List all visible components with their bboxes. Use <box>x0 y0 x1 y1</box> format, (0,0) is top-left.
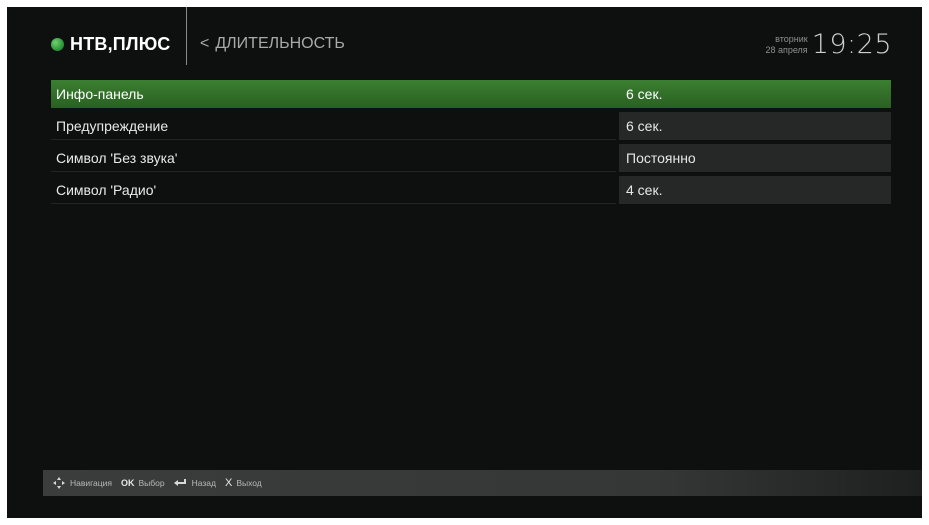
setting-value[interactable]: 6 сек. <box>616 80 891 108</box>
setting-label: Предупреждение <box>51 112 616 140</box>
hint-exit: X Выход <box>225 477 262 489</box>
setting-value[interactable]: 6 сек. <box>619 112 891 140</box>
hint-back-label: Назад <box>191 478 216 488</box>
page-title: ДЛИТЕЛЬНОСТЬ <box>215 35 345 52</box>
tv-screen: НТВ,ПЛЮС < ДЛИТЕЛЬНОСТЬ вторник 28 апрел… <box>7 7 922 518</box>
provider-logo: НТВ,ПЛЮС <box>51 34 171 55</box>
settings-list: Инфо-панель 6 сек. Предупреждение 6 сек.… <box>51 80 891 208</box>
breadcrumb[interactable]: < ДЛИТЕЛЬНОСТЬ <box>200 35 345 53</box>
logo-dot-icon <box>51 38 64 51</box>
hint-select-label: Выбор <box>138 478 165 488</box>
hint-exit-label: Выход <box>236 478 262 488</box>
hint-bar: Навигация OK Выбор Назад X Выход <box>43 470 922 496</box>
dpad-arrows-icon <box>53 477 65 489</box>
settings-row-radio-symbol[interactable]: Символ 'Радио' 4 сек. <box>51 176 891 204</box>
time: 19:25 <box>811 29 892 60</box>
setting-label: Инфо-панель <box>51 80 616 108</box>
hint-navigation-label: Навигация <box>70 478 112 488</box>
return-arrow-icon <box>173 479 187 487</box>
breadcrumb-back-icon[interactable]: < <box>200 35 209 53</box>
date-block: вторник 28 апреля <box>765 34 807 56</box>
header: НТВ,ПЛЮС < ДЛИТЕЛЬНОСТЬ вторник 28 апрел… <box>7 7 922 77</box>
setting-label: Символ 'Радио' <box>51 176 616 204</box>
settings-row-warning[interactable]: Предупреждение 6 сек. <box>51 112 891 140</box>
setting-label: Символ 'Без звука' <box>51 144 616 172</box>
settings-row-mute-symbol[interactable]: Символ 'Без звука' Постоянно <box>51 144 891 172</box>
setting-value[interactable]: 4 сек. <box>619 176 891 204</box>
hint-navigation: Навигация <box>53 477 112 489</box>
date: 28 апреля <box>765 44 808 55</box>
exit-key: X <box>224 477 233 489</box>
clock: вторник 28 апреля 19:25 <box>765 29 892 60</box>
hint-select: OK Выбор <box>121 478 165 488</box>
logo-text: НТВ,ПЛЮС <box>70 34 171 54</box>
hint-back: Назад <box>173 478 216 488</box>
header-divider <box>186 7 187 65</box>
settings-row-info-panel[interactable]: Инфо-панель 6 сек. <box>51 80 891 108</box>
weekday: вторник <box>775 33 808 44</box>
setting-value[interactable]: Постоянно <box>619 144 891 172</box>
ok-key: OK <box>121 478 135 488</box>
